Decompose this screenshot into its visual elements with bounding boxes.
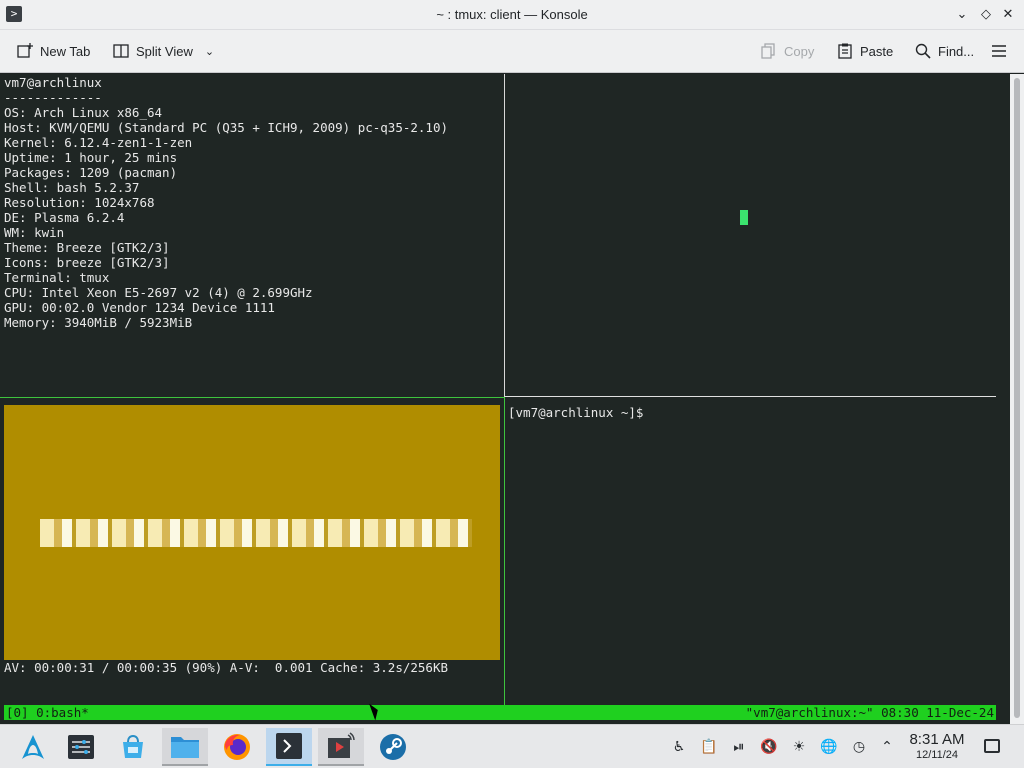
neofetch-line: Memory: 3940MiB / 5923MiB <box>4 315 193 330</box>
clock-time[interactable]: 8:31 AM <box>900 731 974 748</box>
arch-logo-icon <box>22 735 44 759</box>
brightness-icon[interactable]: ☀ <box>790 738 808 756</box>
video-player-task[interactable] <box>318 728 364 766</box>
copy-icon <box>760 42 778 60</box>
discover-task[interactable] <box>110 728 156 766</box>
close-icon[interactable]: ✕ <box>998 5 1018 25</box>
taskbar: ♿ 📋 ⏯ 🔇 ☀ 🌐 ◷ ⌃ 8:31 AM 12/11/24 <box>0 724 1024 768</box>
find-button[interactable]: Find... <box>914 40 974 62</box>
split-view-icon <box>112 42 130 60</box>
new-tab-label: New Tab <box>40 43 91 59</box>
konsole-icon <box>276 733 302 759</box>
scrollbar-thumb[interactable] <box>1014 78 1020 718</box>
neofetch-line: Theme: Breeze [GTK2/3] <box>4 240 170 255</box>
neofetch-line: Uptime: 1 hour, 25 mins <box>4 150 178 165</box>
tmux-status-bar: [0] 0:bash* "vm7@archlinux:~" 08:30 11-D… <box>4 705 996 720</box>
pane-divider-horizontal-right[interactable] <box>505 396 996 397</box>
system-settings-icon <box>68 735 94 759</box>
neofetch-line: Shell: bash 5.2.37 <box>4 180 140 195</box>
pane-divider-horizontal-left[interactable] <box>0 397 504 398</box>
neofetch-line: Host: KVM/QEMU (Standard PC (Q35 + ICH9,… <box>4 120 449 135</box>
neofetch-line: OS: Arch Linux x86_64 <box>4 105 163 120</box>
minimize-icon[interactable]: ⌄ <box>952 5 972 25</box>
split-view-label: Split View <box>136 43 193 59</box>
neofetch-line: Icons: breeze [GTK2/3] <box>4 255 170 270</box>
scrollbar[interactable] <box>1010 74 1024 724</box>
chevron-up-icon[interactable]: ⌃ <box>878 738 896 756</box>
paste-button[interactable]: Paste <box>836 40 893 62</box>
show-desktop-icon[interactable] <box>984 739 1000 753</box>
neofetch-line: GPU: 00:02.0 Vendor 1234 Device 1111 <box>4 300 275 315</box>
file-manager-task[interactable] <box>162 728 208 766</box>
network-share-icon[interactable]: ♿ <box>670 738 688 756</box>
chevron-down-icon[interactable]: ⌄ <box>205 45 214 58</box>
neofetch-line: Kernel: 6.12.4-zen1-1-zen <box>4 135 193 150</box>
video-player-icon <box>328 732 355 758</box>
search-icon <box>914 42 932 60</box>
player-status-line: AV: 00:00:31 / 00:00:35 (90%) A-V: 0.001… <box>4 660 449 675</box>
new-tab-button[interactable]: New Tab <box>16 40 90 62</box>
window-title: ~ : tmux: client — Konsole <box>436 7 588 22</box>
neofetch-line: vm7@archlinux <box>4 75 102 90</box>
application-launcher-button[interactable] <box>10 728 56 766</box>
konsole-task[interactable] <box>266 728 312 766</box>
neofetch-line: WM: kwin <box>4 225 65 240</box>
tmux-window-list[interactable]: [0] 0:bash* <box>6 705 89 720</box>
neofetch-line: Terminal: tmux <box>4 270 110 285</box>
pane-divider-vertical-active[interactable] <box>504 397 505 705</box>
neofetch-line: CPU: Intel Xeon E5-2697 v2 (4) @ 2.699GH… <box>4 285 313 300</box>
paste-icon <box>836 42 854 60</box>
neofetch-line: ------------- <box>4 90 102 105</box>
hamburger-menu-button[interactable] <box>990 40 1008 62</box>
file-manager-icon <box>171 737 199 758</box>
konsole-toolbar: New Tab Split View ⌄ Copy Paste Find... <box>0 30 1024 73</box>
firefox-icon <box>224 734 250 760</box>
new-tab-icon <box>16 42 34 60</box>
find-label: Find... <box>938 43 975 59</box>
terminal-view[interactable]: vm7@archlinux ------------- OS: Arch Linux… <box>0 74 1024 724</box>
video-output-pane[interactable] <box>4 405 500 660</box>
title-bar[interactable]: > ~ : tmux: client — Konsole ⌄ ◇ ✕ <box>0 0 1024 30</box>
neofetch-line: Packages: 1209 (pacman) <box>4 165 178 180</box>
network-globe-icon[interactable]: 🌐 <box>820 738 838 756</box>
paste-label: Paste <box>860 43 894 59</box>
shell-prompt[interactable]: [vm7@archlinux ~]$ <box>508 405 643 420</box>
terminal-cursor <box>740 210 748 225</box>
clock-date[interactable]: 12/11/24 <box>900 749 974 761</box>
copy-button[interactable]: Copy <box>760 40 814 62</box>
split-view-button[interactable]: Split View ⌄ <box>112 40 214 62</box>
steam-task[interactable] <box>370 728 416 766</box>
tmux-status-right: "vm7@archlinux:~" 08:30 11-Dec-24 <box>745 705 994 720</box>
steam-icon <box>380 734 406 760</box>
video-frame-content <box>40 519 472 547</box>
volume-muted-icon[interactable]: 🔇 <box>760 738 778 756</box>
discover-icon <box>123 734 143 758</box>
hamburger-menu-icon <box>990 42 1008 60</box>
neofetch-line: Resolution: 1024x768 <box>4 195 155 210</box>
firefox-task[interactable] <box>214 728 260 766</box>
media-pause-icon[interactable]: ⏯ <box>730 738 748 756</box>
system-settings-task[interactable] <box>58 728 104 766</box>
neofetch-line: DE: Plasma 6.2.4 <box>4 210 125 225</box>
system-monitor-icon[interactable]: ◷ <box>850 738 868 756</box>
copy-label: Copy <box>784 43 815 59</box>
maximize-icon[interactable]: ◇ <box>976 5 996 25</box>
clipboard-icon[interactable]: 📋 <box>700 738 718 756</box>
